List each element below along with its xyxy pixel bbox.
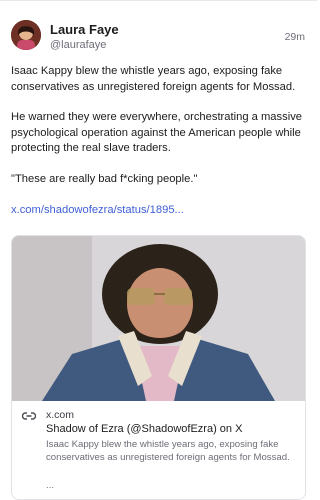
card-title[interactable]: Shadow of Ezra (@ShadowofEzra) on X (46, 423, 296, 435)
card-ellipsis: ... (46, 480, 54, 491)
author-name[interactable]: Laura Faye (50, 22, 119, 37)
post-paragraph: "These are really bad f*cking people." (11, 172, 198, 185)
post-item[interactable]: Laura Faye @laurafaye 29m Isaac Kappy bl… (0, 0, 317, 500)
preview-image (12, 236, 305, 401)
card-domain: x.com (46, 409, 75, 421)
post-body: Isaac Kappy blew the whistle years ago, … (11, 64, 307, 233)
link-icon (22, 412, 36, 420)
card-meta: x.com Shadow of Ezra (@ShadowofEzra) on … (12, 401, 305, 499)
post-paragraph: Isaac Kappy blew the whistle years ago, … (11, 65, 296, 93)
card-description: Isaac Kappy blew the whistle years ago, … (46, 439, 290, 463)
post-link[interactable]: x.com/shadowofezra/status/1895... (11, 204, 184, 216)
avatar[interactable] (11, 20, 41, 50)
link-preview-card[interactable]: x.com Shadow of Ezra (@ShadowofEzra) on … (11, 235, 306, 500)
divider (0, 0, 317, 1)
post-paragraph: He warned they were everywhere, orchestr… (11, 111, 303, 155)
post-timestamp[interactable]: 29m (285, 31, 305, 43)
author-handle[interactable]: @laurafaye (50, 39, 106, 51)
